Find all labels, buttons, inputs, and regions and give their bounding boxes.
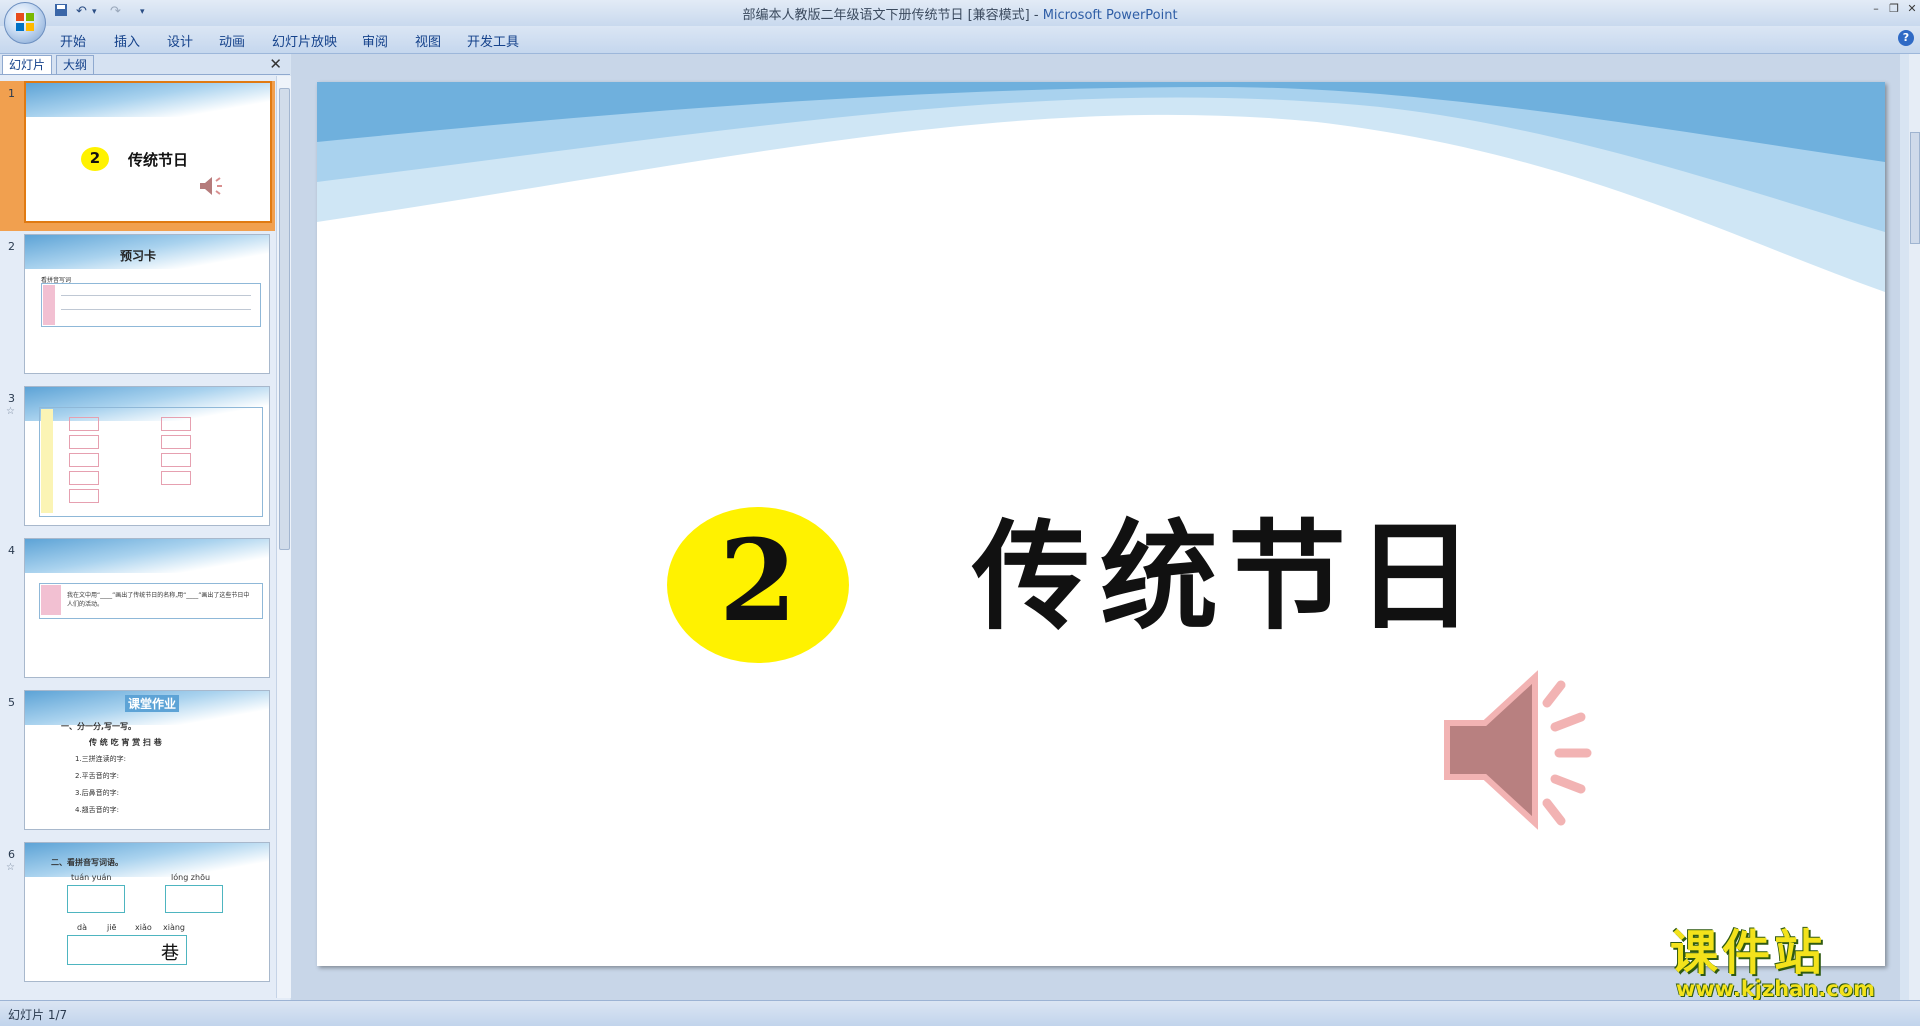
help-icon[interactable]: ? (1898, 30, 1914, 46)
tab-outline[interactable]: 大纲 (56, 55, 95, 74)
tab-slideshow[interactable]: 幻灯片放映 (272, 31, 337, 50)
thumbnail-chars: 传 统 吃 宵 赏 扫 巷 (89, 738, 162, 747)
app-title: Microsoft PowerPoint (1042, 8, 1178, 23)
thumbnail-pinyin: jiē (107, 923, 117, 932)
thumbnail-grid-box (165, 885, 223, 913)
thumbnail-title: 传统节日 (128, 151, 189, 169)
slides-pane: 幻灯片 大纲 ✕ 1 2 传统节日 2 预习卡 看拼音写词 3 ☆ 4 我在文中… (0, 54, 291, 1000)
thumbnail-wave (25, 539, 269, 573)
title-bar: ↶ ▾ ↷ ▾ 部编本人教版二年级语文下册传统节日 [兼容模式] - Micro… (0, 0, 1920, 44)
slide-title[interactable]: 传统节日 (972, 507, 1484, 647)
thumbnail-pinyin: xiàng (163, 923, 186, 932)
thumbnail-pinyin: dà (77, 923, 87, 932)
thumbnail-heading: 一、分一分,写一写。 (61, 722, 137, 731)
thumbnail-preview: 2 传统节日 (24, 81, 272, 223)
thumbnail-pinyin: tuán yuán (71, 873, 112, 882)
thumbnail-item: 2.平舌音的字: (75, 772, 120, 780)
thumbnail-preview: 预习卡 看拼音写词 (24, 234, 270, 374)
tab-slides[interactable]: 幻灯片 (2, 55, 53, 74)
close-window-icon[interactable]: ✕ (1904, 2, 1920, 16)
restore-icon[interactable]: ❐ (1886, 2, 1902, 16)
thumbnail-number: 6 (8, 848, 15, 861)
thumbnail-cell (161, 435, 191, 449)
tab-design[interactable]: 设计 (167, 31, 193, 50)
thumbnail-cell (161, 453, 191, 467)
slide-thumbnail-6[interactable]: 6 ☆ 二、看拼音写词语。 tuán yuán lóng zhōu dà jiē… (0, 842, 275, 992)
thumbnail-text: 我在文中用“____”画出了传统节日的名称,用“____”画出了这些节日中人们的… (67, 592, 250, 608)
watermark-url: www.kjzhan.com (1676, 977, 1876, 1001)
thumbnail-pinyin: lóng zhōu (171, 873, 211, 882)
office-button[interactable] (4, 2, 46, 44)
thumbnail-line (61, 295, 251, 296)
scrollbar-thumb[interactable] (1910, 132, 1920, 244)
slide-thumbnail-2[interactable]: 2 预习卡 看拼音写词 (0, 234, 275, 384)
pane-tabs: 幻灯片 大纲 ✕ (0, 54, 290, 75)
thumbnail-item: 4.翘舌音的字: (75, 806, 120, 814)
thumbnail-number: 2 (8, 240, 15, 253)
thumbnail-title: 预习卡 (120, 249, 157, 263)
thumbnail-cell (69, 453, 99, 467)
thumbnail-cell (161, 471, 191, 485)
thumbnail-cell (69, 417, 99, 431)
slide-number-label: 2 (719, 516, 797, 647)
speaker-icon (200, 177, 222, 195)
watermark: 课件站 www.kjzhan.com (1670, 925, 1910, 1003)
thumbnail-wave (26, 83, 270, 117)
slide-counter: 幻灯片 1/7 (8, 1008, 68, 1022)
slide-thumbnail-5[interactable]: 5 课堂作业 一、分一分,写一写。 传 统 吃 宵 赏 扫 巷 1.三拼连读的字… (0, 690, 275, 840)
watermark-name: 课件站 (1670, 925, 1827, 981)
slide-thumbnail-4[interactable]: 4 我在文中用“____”画出了传统节日的名称,用“____”画出了这些节日中人… (0, 538, 275, 688)
thumbnail-cell (161, 417, 191, 431)
thumbnail-pink-bar (43, 285, 55, 325)
thumbnail-preview: 我在文中用“____”画出了传统节日的名称,用“____”画出了这些节日中人们的… (24, 538, 270, 678)
slide-thumbnail-3[interactable]: 3 ☆ (0, 386, 275, 536)
thumbnail-number: 3 (8, 392, 15, 405)
close-pane-icon[interactable]: ✕ (269, 55, 282, 73)
thumbnail-cell (69, 471, 99, 485)
thumbnail-item: 1.三拼连读的字: (75, 755, 127, 763)
tab-view[interactable]: 视图 (415, 31, 441, 50)
thumbnail-table (41, 283, 261, 327)
thumbnail-cell (69, 435, 99, 449)
thumbnail-preview: 课堂作业 一、分一分,写一写。 传 统 吃 宵 赏 扫 巷 1.三拼连读的字: … (24, 690, 270, 830)
thumbnail-pink-bar (41, 585, 61, 615)
thumbnail-number: 1 (8, 87, 15, 100)
thumbnail-yellow-bar (41, 409, 53, 513)
thumbnail-scrollbar[interactable] (276, 76, 291, 998)
thumbnail-line (61, 309, 251, 310)
slide-editor: 2 传统节日 (291, 54, 1900, 1000)
thumbnail-cell (69, 489, 99, 503)
thumbnail-pinyin: xiǎo (135, 923, 152, 932)
thumbnail-preview (24, 386, 270, 526)
window-title: 部编本人教版二年级语文下册传统节日 [兼容模式] - Microsoft Pow… (0, 4, 1920, 23)
title-separator: - (1029, 8, 1043, 23)
tab-animations[interactable]: 动画 (219, 31, 245, 50)
tab-insert[interactable]: 插入 (114, 31, 140, 50)
thumbnail-slide-number: 2 (89, 149, 101, 167)
document-title: 部编本人教版二年级语文下册传统节日 [兼容模式] (742, 8, 1030, 23)
minimize-icon[interactable]: – (1868, 2, 1884, 16)
slide-wave-decoration (317, 82, 1885, 292)
thumbnail-char: 巷 (161, 943, 179, 964)
status-bar: 幻灯片 1/7 (0, 1000, 1920, 1026)
tab-developer[interactable]: 开发工具 (467, 31, 519, 50)
slide-thumbnail-1[interactable]: 1 2 传统节日 (0, 81, 275, 231)
thumbnail-grid-box (67, 885, 125, 913)
thumbnail-number: 4 (8, 544, 15, 557)
tab-review[interactable]: 审阅 (362, 31, 388, 50)
thumbnail-banner: 课堂作业 (125, 695, 180, 712)
animation-star-icon: ☆ (6, 862, 15, 873)
thumbnail-heading: 二、看拼音写词语。 (51, 858, 123, 867)
thumbnail-number: 5 (8, 696, 15, 709)
scrollbar-thumb[interactable] (279, 88, 290, 550)
animation-star-icon: ☆ (6, 406, 15, 417)
speaker-icon[interactable] (1435, 665, 1605, 835)
thumbnail-preview: 二、看拼音写词语。 tuán yuán lóng zhōu dà jiē xiǎ… (24, 842, 270, 982)
slide-scrollbar[interactable] (1909, 54, 1920, 1000)
office-logo-icon (16, 13, 34, 31)
tab-home[interactable]: 开始 (60, 31, 86, 50)
current-slide[interactable]: 2 传统节日 (317, 82, 1885, 966)
ribbon-tabs: 开始 插入 设计 动画 幻灯片放映 审阅 视图 开发工具 ? (0, 26, 1920, 54)
thumbnail-item: 3.后鼻音的字: (75, 789, 120, 797)
